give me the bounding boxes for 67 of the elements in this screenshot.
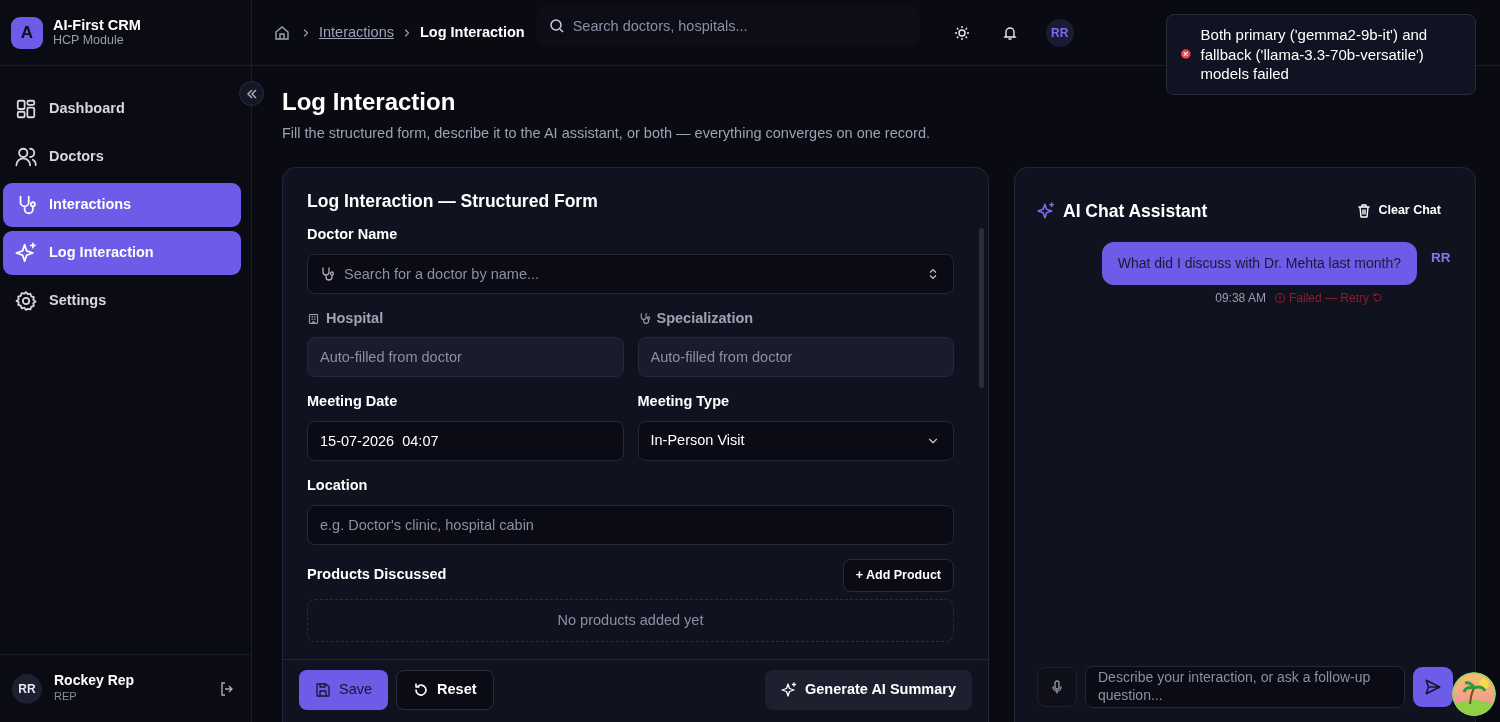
sparkles-icon	[15, 242, 37, 264]
message-time: 09:38 AM	[1215, 289, 1266, 307]
generate-summary-button[interactable]: Generate AI Summary	[765, 670, 972, 710]
building-icon	[307, 311, 320, 325]
page-subtitle: Fill the structured form, describe it to the AI assistant, or both — everything converges on one record.	[282, 123, 931, 143]
form-title: Log Interaction — Structured Form	[307, 189, 599, 213]
input-field[interactable]: Auto-filled from doctor	[307, 337, 624, 378]
add-product-button[interactable]: + Add Product	[842, 558, 954, 592]
search-icon	[548, 17, 565, 34]
empty-state-text: No products added yet	[307, 598, 954, 643]
field-label: Doctor Name	[307, 224, 398, 244]
page-title: Log Interaction	[282, 88, 457, 117]
sidebar-item[interactable]: Doctors	[3, 135, 241, 179]
user-avatar[interactable]: RR	[1045, 18, 1074, 47]
message-avatar: RR	[1431, 248, 1452, 267]
breadcrumb-link[interactable]: Interactions	[319, 21, 394, 44]
toast-message: Both primary ('gemma2-9b-it') and fallback ('llama-3.3-70b-versatile') models failed	[1200, 25, 1429, 84]
rotate-icon	[413, 682, 430, 698]
field-label: Location	[307, 476, 368, 496]
logout-icon	[219, 680, 235, 697]
double-chevron-left-icon	[245, 87, 258, 100]
stethoscope-icon	[319, 265, 335, 282]
collapse-sidebar-button[interactable]	[239, 81, 264, 106]
breadcrumb-current: Log Interaction	[419, 22, 525, 42]
microphone-button[interactable]	[1037, 667, 1077, 707]
app-subtitle: HCP Module	[53, 33, 125, 48]
date-field[interactable]: 15-07-2026 04:07	[307, 421, 624, 462]
chat-message: What did I discuss with Dr. Mehta last month?	[1101, 241, 1417, 285]
people-icon	[15, 146, 37, 168]
app-title: AI-First CRM	[53, 17, 141, 34]
sun-icon	[953, 24, 970, 41]
rotate-icon	[1372, 292, 1383, 304]
user-role: REP	[54, 689, 78, 705]
save-button[interactable]: Save	[299, 670, 389, 710]
clear-chat-button[interactable]: Clear Chat	[1356, 201, 1441, 221]
home-icon[interactable]	[274, 24, 290, 41]
bell-icon	[1001, 24, 1018, 41]
search-field[interactable]: Search doctors, hospitals...	[536, 5, 919, 46]
meeting-type-select[interactable]: In-Person Visit	[637, 421, 954, 462]
send-button[interactable]	[1413, 667, 1453, 707]
input-field[interactable]: Auto-filled from doctor	[637, 337, 954, 378]
app-logo: A	[11, 16, 43, 49]
chat-input[interactable]: Describe your interaction, or ask a follow-up question...	[1085, 666, 1405, 708]
gear-icon	[15, 290, 37, 312]
send-icon	[1424, 678, 1442, 696]
field-label: Meeting Date	[307, 392, 398, 412]
sparkles-icon	[781, 682, 798, 698]
sidebar-item[interactable]: Settings	[3, 279, 241, 323]
alert-circle-icon	[1273, 291, 1286, 304]
field-label: Meeting Type	[637, 392, 730, 412]
sparkles-icon	[1037, 201, 1055, 220]
microphone-icon	[1049, 679, 1065, 695]
user-name: Rockey Rep	[54, 672, 136, 689]
floating-avatar-icon[interactable]	[1452, 672, 1496, 716]
sidebar-item[interactable]: Log Interaction	[3, 231, 241, 275]
field-label: Hospital	[326, 308, 384, 328]
input-field[interactable]: e.g. Doctor's clinic, hospital cabin	[307, 504, 954, 545]
chat-title: AI Chat Assistant	[1063, 199, 1208, 223]
field-label: Specialization	[656, 308, 754, 328]
sidebar-item[interactable]: Interactions	[3, 183, 241, 227]
field-label: Products Discussed	[307, 565, 447, 585]
user-avatar: RR	[12, 673, 42, 704]
grid-icon	[15, 98, 37, 120]
doctor-combobox[interactable]: Search for a doctor by name...	[307, 253, 954, 294]
sidebar-item[interactable]: Dashboard	[3, 87, 241, 131]
trash-icon	[1356, 202, 1373, 219]
reset-button[interactable]: Reset	[396, 670, 494, 710]
